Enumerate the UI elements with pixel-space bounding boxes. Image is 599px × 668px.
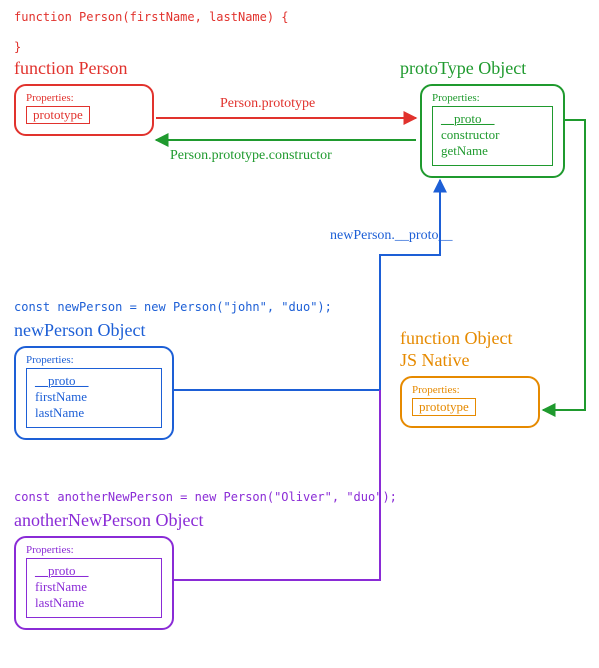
prop-prototype: prototype [26, 106, 90, 124]
label-properties: Properties: [26, 544, 162, 556]
prop-constructor: constructor [441, 127, 544, 143]
box-function-object: Properties: prototype [400, 376, 540, 428]
inner-anothernewperson-props: __proto__ firstName lastName [26, 558, 162, 618]
prop-proto: __proto__ [35, 373, 153, 389]
title-anothernewperson-object: anotherNewPerson Object [14, 510, 203, 531]
box-newperson-object: Properties: __proto__ firstName lastName [14, 346, 174, 440]
title-prototype-object: protoType Object [400, 58, 526, 79]
prop-getname: getName [441, 143, 544, 159]
inner-proto-props: __proto__ constructor getName [432, 106, 553, 166]
title-newperson-object: newPerson Object [14, 320, 145, 341]
code-newperson: const newPerson = new Person("john", "du… [14, 300, 332, 314]
box-anothernewperson-object: Properties: __proto__ firstName lastName [14, 536, 174, 630]
title-function-object-1: function Object [400, 328, 512, 349]
label-properties: Properties: [26, 92, 142, 104]
title-function-person: function Person [14, 58, 127, 79]
code-func-decl-close: } [14, 40, 21, 54]
prop-prototype: prototype [412, 398, 476, 416]
prop-firstname: firstName [35, 579, 153, 595]
label-properties: Properties: [26, 354, 162, 366]
prop-lastname: lastName [35, 595, 153, 611]
code-func-decl-open: function Person(firstName, lastName) { [14, 10, 289, 24]
arrow-label-newperson-proto: newPerson.__proto__ [330, 228, 453, 244]
inner-newperson-props: __proto__ firstName lastName [26, 368, 162, 428]
label-properties: Properties: [432, 92, 553, 104]
title-function-object-2: JS Native [400, 350, 470, 371]
arrow-label-person-prototype-constructor: Person.prototype.constructor [170, 148, 332, 164]
prop-firstname: firstName [35, 389, 153, 405]
arrow-label-person-prototype: Person.prototype [220, 96, 315, 112]
box-prototype-object: Properties: __proto__ constructor getNam… [420, 84, 565, 178]
label-properties: Properties: [412, 384, 528, 396]
code-anothernewperson: const anotherNewPerson = new Person("Oli… [14, 490, 397, 504]
prop-lastname: lastName [35, 405, 153, 421]
prop-proto: __proto__ [35, 563, 153, 579]
box-function-person: Properties: prototype [14, 84, 154, 136]
prop-proto: __proto__ [441, 111, 544, 127]
